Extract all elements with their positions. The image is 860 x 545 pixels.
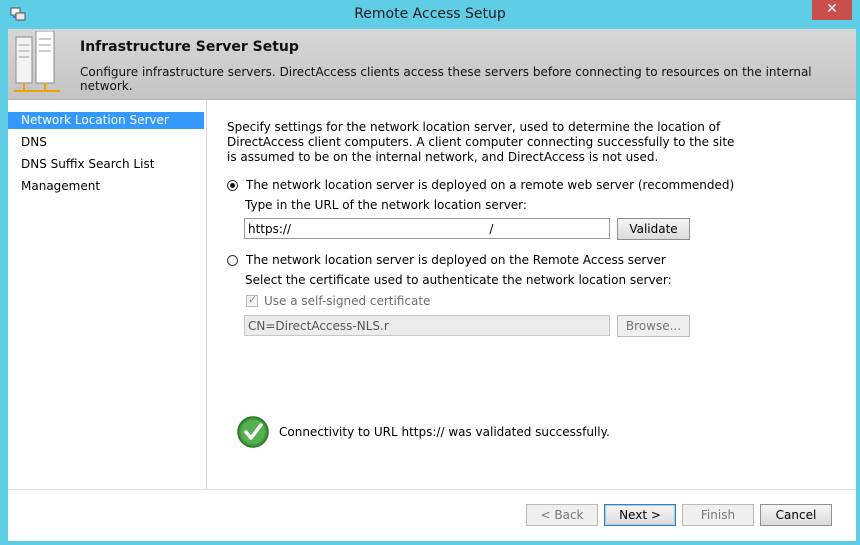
remote-access-server-label[interactable]: The network location server is deployed … — [246, 253, 666, 267]
url-field-label: Type in the URL of the network location … — [245, 198, 527, 212]
validation-status-text: Connectivity to URL https:// was validat… — [279, 425, 610, 439]
remote-web-server-label[interactable]: The network location server is deployed … — [246, 178, 734, 192]
wizard-header: Infrastructure Server Setup Configure in… — [8, 29, 856, 100]
nls-url-input[interactable] — [244, 218, 610, 239]
wizard-navigation: Network Location Server DNS DNS Suffix S… — [8, 100, 207, 489]
check-circle-icon — [237, 416, 269, 448]
back-button[interactable]: < Back — [526, 504, 598, 526]
window-border — [0, 29, 8, 545]
nav-item-dns-suffix-search-list[interactable]: DNS Suffix Search List — [8, 156, 204, 173]
intro-text: Specify settings for the network locatio… — [227, 120, 735, 164]
servers-icon — [12, 30, 62, 97]
nav-item-management[interactable]: Management — [8, 178, 204, 195]
page-description: Configure infrastructure servers. Direct… — [80, 65, 812, 93]
nav-item-network-location-server[interactable]: Network Location Server — [8, 112, 204, 129]
browse-button[interactable]: Browse... — [617, 315, 690, 337]
certificate-label: Select the certificate used to authentic… — [245, 273, 672, 287]
next-button[interactable]: Next > — [604, 504, 676, 526]
nav-item-dns[interactable]: DNS — [8, 134, 204, 151]
close-icon: ✕ — [826, 1, 838, 17]
remote-web-server-radio[interactable] — [227, 180, 238, 191]
footer-divider — [8, 489, 856, 490]
self-signed-checkbox[interactable] — [246, 293, 258, 307]
wizard-client-area: Infrastructure Server Setup Configure in… — [8, 29, 856, 541]
window-border — [856, 29, 860, 545]
page-title: Infrastructure Server Setup — [80, 39, 299, 55]
certificate-field[interactable] — [244, 315, 610, 336]
wizard-content: Specify settings for the network locatio… — [207, 100, 856, 489]
self-signed-label[interactable]: Use a self-signed certificate — [264, 294, 430, 308]
window-border — [0, 541, 860, 545]
validate-button[interactable]: Validate — [617, 218, 690, 240]
remote-access-server-radio[interactable] — [227, 255, 238, 266]
cancel-button[interactable]: Cancel — [760, 504, 832, 526]
window-title: Remote Access Setup — [354, 6, 506, 22]
title-bar: Remote Access Setup ✕ — [0, 0, 860, 29]
finish-button[interactable]: Finish — [682, 504, 754, 526]
close-button[interactable]: ✕ — [812, 0, 852, 20]
